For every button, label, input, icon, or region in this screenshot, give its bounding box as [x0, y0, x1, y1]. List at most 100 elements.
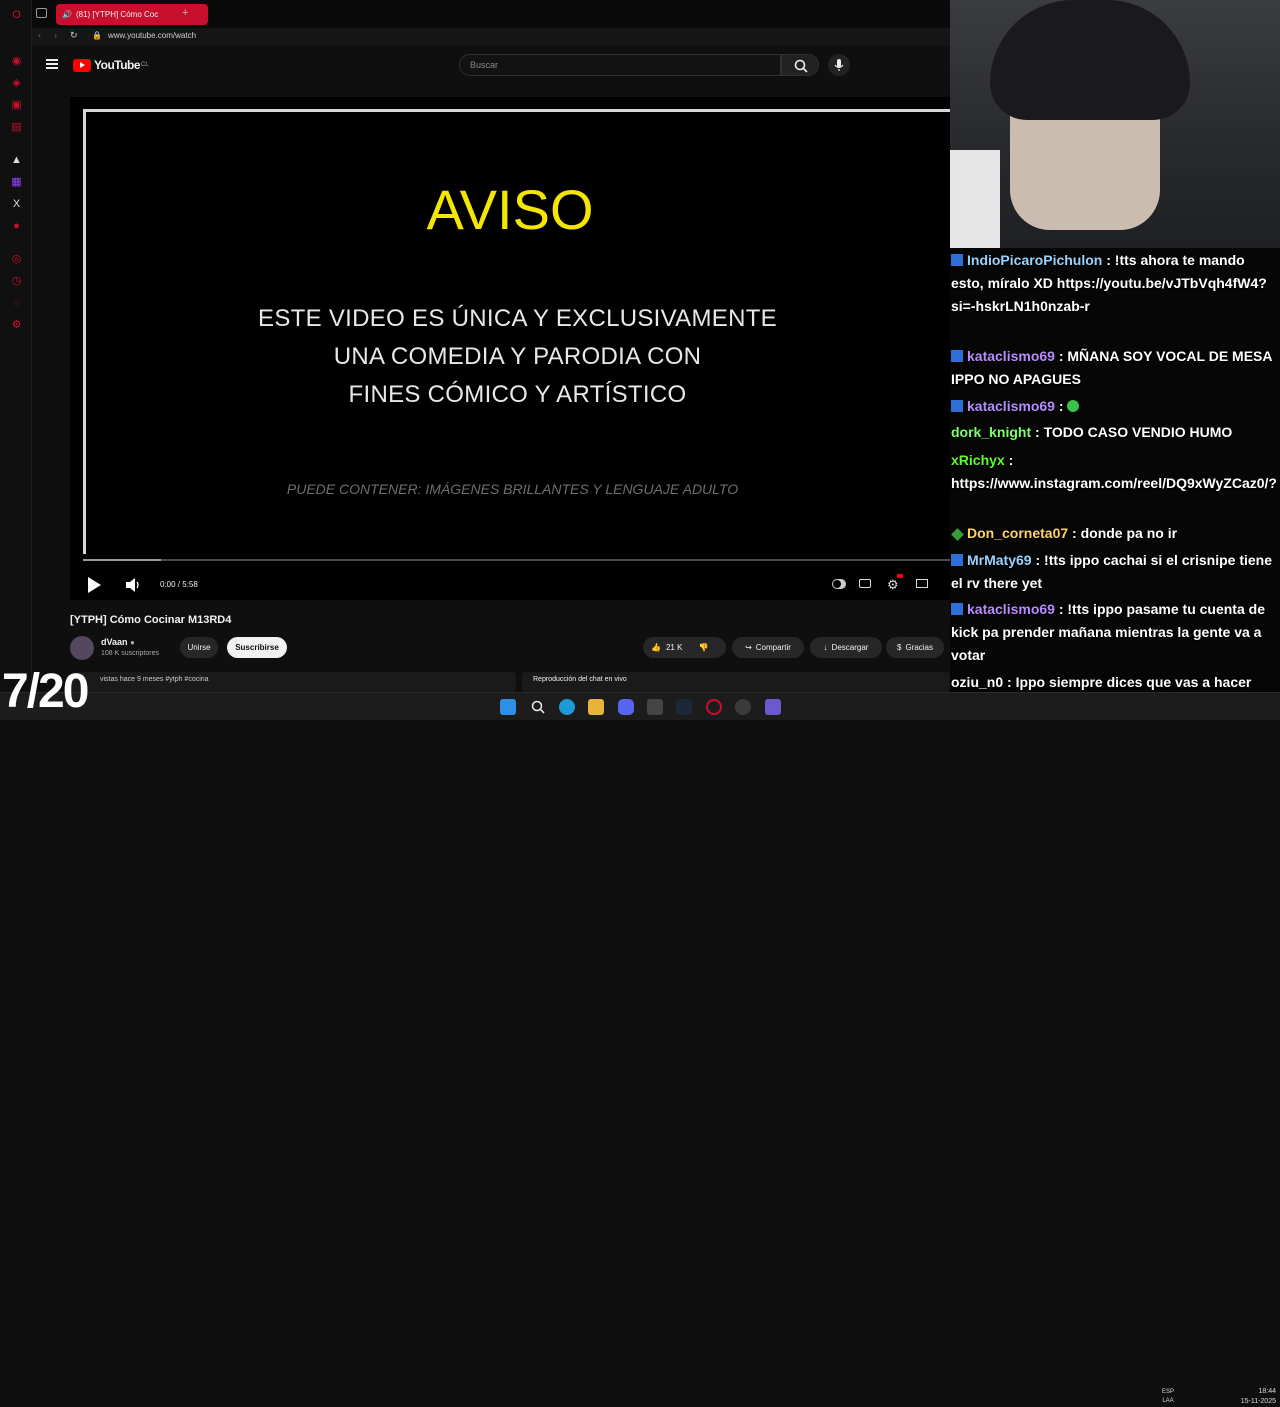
forward-icon[interactable]: › [54, 30, 57, 40]
chat-message: kataclismo69 : [951, 395, 1276, 418]
tab-title: (81) [YTPH] Cómo Coc [75, 10, 159, 19]
language-indicator[interactable]: ESP LAA [1158, 1388, 1178, 1406]
chat-user: kataclismo69 [967, 601, 1055, 617]
menu-icon[interactable] [46, 59, 58, 69]
like-icon[interactable]: 👍 [651, 643, 661, 652]
windows-start-icon[interactable] [500, 699, 516, 715]
webcam-feed [950, 0, 1280, 248]
emote-icon [1067, 400, 1080, 412]
chat-text: : donde pa no ir [1068, 525, 1178, 541]
subtitles-icon[interactable] [859, 579, 871, 588]
clock-date: 15-11-2025 [1240, 1398, 1276, 1405]
discord-icon[interactable] [618, 699, 634, 715]
video-heading: AVISO [426, 178, 594, 241]
play-icon[interactable] [86, 576, 102, 594]
chat-user: IndioPicaroPichulon [967, 252, 1103, 268]
chat-message: MrMaty69 : !tts ippo cachai si el crisni… [951, 549, 1276, 595]
sidebar-app-icon[interactable]: ● [10, 220, 23, 233]
speaker-icon: 🔊 [62, 10, 72, 19]
youtube-header: YouTube CL Buscar [32, 46, 950, 86]
video-player[interactable]: AVISO ESTE VIDEO ES ÚNICA Y EXCLUSIVAMEN… [70, 97, 953, 600]
settings-gear-icon[interactable]: ⚙ [887, 577, 899, 593]
app-icon[interactable] [765, 699, 781, 715]
sidebar-app-icon[interactable]: ◉ [10, 55, 23, 68]
sidebar-app-icon[interactable]: ◈ [10, 77, 23, 90]
chat-message: kataclismo69 : !tts ippo pasame tu cuent… [951, 598, 1276, 667]
buffer-bar [83, 559, 161, 561]
system-clock[interactable]: 18:44 15-11-2025 [1220, 1387, 1276, 1407]
hd-badge [897, 574, 903, 578]
video-subtext: PUEDE CONTENER: IMÁGENES BRILLANTES Y LE… [286, 481, 739, 497]
join-button[interactable]: Unirse [180, 637, 218, 658]
search-button[interactable] [781, 54, 819, 76]
voice-search-button[interactable] [828, 54, 850, 76]
clock-time: 18:44 [1258, 1388, 1276, 1395]
tab-bar: 🔊 (81) [YTPH] Cómo Coc + [32, 0, 950, 28]
video-text-line: UNA COMEDIA Y PARODIA CON [333, 343, 702, 370]
like-count: 21 K [665, 643, 683, 652]
opera-logo-icon[interactable]: O [10, 9, 23, 22]
app-icon[interactable] [735, 699, 751, 715]
search-input[interactable]: Buscar [459, 54, 781, 76]
thanks-label: Gracias [905, 643, 933, 652]
badge-icon [951, 400, 963, 412]
sidebar-app-icon[interactable]: ▣ [10, 99, 23, 112]
file-explorer-icon[interactable] [588, 699, 604, 715]
share-button[interactable]: ↪ Compartir [732, 637, 804, 658]
chat-user: kataclismo69 [967, 348, 1055, 364]
chat-replay-header[interactable]: Reproducción del chat en vivo [522, 672, 950, 692]
address-bar: ‹ › ↻ 🔒 www.youtube.com/watch [32, 28, 950, 46]
browser-sidebar: O ◉ ◈ ▣ ▤ ▲ ▦ X ● ◎ ◷ ◌ ⚙ [0, 0, 32, 692]
tab-menu-icon[interactable] [36, 8, 47, 18]
channel-avatar[interactable] [70, 636, 94, 660]
chat-user: kataclismo69 [967, 398, 1055, 414]
logo-text: YouTube [94, 58, 141, 72]
history-icon[interactable]: ◷ [10, 275, 23, 288]
share-label: Compartir [755, 643, 791, 652]
reload-icon[interactable]: ↻ [70, 30, 78, 41]
logo-country: CL [141, 62, 149, 68]
like-dislike-group: 👍 21 K 👎 [643, 637, 726, 658]
chat-text: : [1054, 398, 1068, 414]
sidebar-app-icon[interactable]: ▤ [10, 121, 23, 134]
download-icon: ↓ [823, 643, 828, 652]
sidebar-app-icon[interactable]: ◌ [10, 297, 23, 310]
steam-icon[interactable] [676, 699, 692, 715]
miniplayer-icon[interactable] [916, 579, 928, 588]
thanks-button[interactable]: $ Gracias [886, 637, 944, 658]
chat-user: Don_corneta07 [967, 525, 1069, 541]
chat-message: kataclismo69 : MÑANA SOY VOCAL DE MESA I… [951, 345, 1276, 391]
video-title: [YTPH] Cómo Cocinar M13RD4 [70, 614, 232, 626]
download-button[interactable]: ↓ Descargar [810, 637, 882, 658]
chat-user: oziu_n0 [951, 674, 1004, 690]
chat-text: : TODO CASO VENDIO HUMO [1031, 424, 1233, 440]
badge-icon [951, 528, 964, 541]
x-icon[interactable]: X [10, 198, 23, 211]
twitch-icon[interactable]: ▦ [10, 176, 23, 189]
badge-icon [951, 350, 963, 362]
url-field[interactable]: www.youtube.com/watch [108, 31, 196, 40]
badge-icon [951, 603, 963, 615]
video-text-line: ESTE VIDEO ES ÚNICA Y EXCLUSIVAMENTE [258, 305, 777, 332]
autoplay-toggle[interactable] [832, 579, 846, 589]
volume-icon[interactable] [125, 577, 141, 593]
search-icon[interactable] [530, 699, 546, 715]
app-icon[interactable] [647, 699, 663, 715]
sidebar-app-icon[interactable]: ◎ [10, 253, 23, 266]
description-box[interactable]: vistas hace 9 meses #ytph #cocina [70, 672, 516, 692]
chat-user: xRichyx [951, 452, 1005, 468]
youtube-play-icon [73, 58, 91, 72]
subscriber-count: 108 K suscriptores [101, 650, 159, 657]
youtube-logo[interactable]: YouTube CL [73, 58, 149, 72]
time-display: 0:00 / 5:58 [160, 580, 198, 589]
opera-icon[interactable] [706, 699, 722, 715]
back-icon[interactable]: ‹ [38, 30, 41, 40]
sidebar-app-icon[interactable]: ▲ [10, 154, 23, 167]
settings-icon[interactable]: ⚙ [10, 319, 23, 332]
dislike-icon[interactable]: 👎 [698, 643, 708, 652]
new-tab-icon[interactable]: + [182, 7, 188, 19]
channel-name[interactable]: dVaan ● [101, 637, 135, 647]
subscribe-button[interactable]: Suscribirse [227, 637, 287, 658]
progress-bar[interactable] [83, 559, 950, 561]
edge-icon[interactable] [559, 699, 575, 715]
